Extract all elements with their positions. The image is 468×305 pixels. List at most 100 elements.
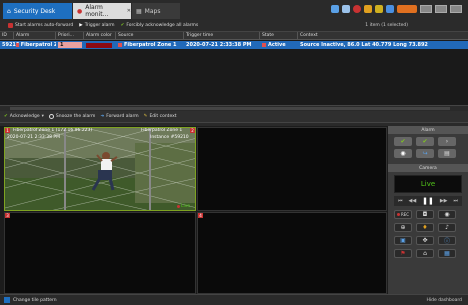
- tray-icon[interactable]: [375, 5, 383, 13]
- play-icon: ▶: [79, 23, 83, 28]
- cell-alarm: Fiberpatrol Zone 1: [14, 41, 56, 49]
- tray-alarm-icon[interactable]: [353, 5, 361, 13]
- map-button[interactable]: ▦: [438, 249, 456, 258]
- column-header[interactable]: State: [260, 32, 298, 39]
- lock-button[interactable]: ⌂: [416, 249, 434, 258]
- tab-label: Maps: [144, 7, 161, 15]
- tray-icon[interactable]: [331, 5, 339, 13]
- tile-number-badge: 3: [5, 213, 10, 218]
- info-button[interactable]: ⓘ: [438, 236, 456, 245]
- alarm-toolbar: Start alarms auto-forward ▶ Trigger alar…: [0, 20, 468, 32]
- alarm-trigger-button[interactable]: ⚑: [394, 249, 412, 258]
- forward-icon[interactable]: ⏭: [453, 198, 458, 204]
- audio-button[interactable]: ♪: [438, 223, 456, 232]
- video-tile-1[interactable]: 1 Fiberpatrol Zone 1 (172.16.96.223) 202…: [4, 127, 196, 211]
- tab-maps[interactable]: ▦ Maps: [132, 3, 180, 19]
- cell-source: Fiberpatrol Zone 1: [116, 41, 184, 49]
- tab-alarm-monitoring[interactable]: ● Alarm monit... ✕: [73, 3, 131, 19]
- minimize-button[interactable]: [420, 5, 432, 13]
- record-dot-icon: [396, 213, 400, 216]
- tab-security-desk[interactable]: ⌂ Security Desk: [3, 3, 72, 19]
- tile-number-badge: 4: [198, 213, 203, 218]
- snooze-button[interactable]: Snooze the alarm: [48, 114, 95, 119]
- dashboard-panel: Alarm ✔ ✔ › ◉ ↪ ▤ Camera Live ⏮ ◀◀ ❚❚ ▶▶…: [388, 126, 468, 294]
- column-header[interactable]: Priori...: [56, 32, 84, 39]
- column-header[interactable]: Alarm: [14, 32, 56, 39]
- video-tile-4[interactable]: 4: [197, 212, 387, 294]
- alarm-bell-icon: ●: [77, 7, 83, 15]
- tray-icon[interactable]: [386, 5, 394, 13]
- arrow-right-icon: ➜: [100, 114, 105, 119]
- zoom-icon: ⊕: [400, 224, 406, 231]
- tray-icon[interactable]: [342, 5, 350, 13]
- snooze-alarm-button[interactable]: ◉: [394, 149, 412, 158]
- camera-controls-row2: ⊕ ♦ ♪: [388, 221, 468, 234]
- step-back-icon[interactable]: ◀◀: [408, 198, 416, 204]
- report-button[interactable]: ▤: [438, 149, 456, 158]
- color-swatch: [86, 42, 112, 48]
- tile-pattern-icon[interactable]: [4, 297, 10, 303]
- chevron-down-icon[interactable]: ▾: [42, 114, 44, 119]
- checkmark-icon: ✔: [422, 138, 428, 145]
- visual-tracking-button[interactable]: ◉: [438, 210, 456, 219]
- export-button[interactable]: ▣: [394, 236, 412, 245]
- forward-alarm-icon-button[interactable]: ›: [438, 137, 456, 146]
- bookmark-icon: ♦: [422, 224, 428, 231]
- auto-forward-button[interactable]: Start alarms auto-forward: [8, 23, 73, 28]
- tab-label: Security Desk: [13, 7, 56, 15]
- tile-alarm-title: Fiberpatrol Zone 1: [141, 128, 183, 133]
- bookmark-button[interactable]: ♦: [416, 223, 434, 232]
- step-forward-icon[interactable]: ▶▶: [440, 198, 448, 204]
- column-header[interactable]: Context: [298, 32, 468, 39]
- acknowledge-button[interactable]: ✔ Acknowledge ▾: [4, 114, 44, 119]
- live-status-display: Live: [394, 175, 462, 193]
- column-header[interactable]: ID: [0, 32, 14, 39]
- share-icon: ↪: [422, 150, 428, 157]
- item-count-status: 1 item (1 selected): [365, 23, 408, 28]
- video-tile-2[interactable]: [197, 127, 387, 211]
- hide-dashboard-link[interactable]: Hide dashboard: [427, 298, 463, 303]
- alarm-table-header: ID Alarm Priori... Alarm color Source Tr…: [0, 32, 468, 40]
- zone-icon: [118, 43, 122, 47]
- record-button[interactable]: REC: [394, 210, 412, 219]
- tray-icon[interactable]: [397, 5, 417, 13]
- home-icon: ⌂: [7, 7, 11, 15]
- tray-icon[interactable]: [364, 5, 372, 13]
- forward-alarm-button[interactable]: ➜ Forward alarm: [100, 114, 138, 119]
- eye-icon: ◉: [400, 150, 406, 157]
- table-row[interactable]: 59210 Fiberpatrol Zone 1 1 Fiberpatrol Z…: [0, 41, 468, 49]
- eye-icon: ◉: [444, 211, 450, 218]
- alarm-controls: ✔ ✔ ›: [388, 134, 468, 149]
- forcibly-acknowledge-button[interactable]: ✔ Forcibly acknowledge all alarms: [121, 23, 199, 28]
- camera-section-header: Camera: [388, 164, 468, 172]
- info-icon: ⓘ: [443, 238, 450, 245]
- pause-icon[interactable]: ❚❚: [422, 197, 434, 205]
- trigger-alarm-button[interactable]: ▶ Trigger alarm: [79, 23, 114, 28]
- close-icon[interactable]: ✕: [127, 8, 131, 14]
- acknowledge-alt-button[interactable]: ✔: [416, 137, 434, 146]
- column-header[interactable]: Trigger time: [184, 32, 260, 39]
- zoom-button[interactable]: ⊕: [394, 223, 412, 232]
- speaker-icon: ♪: [445, 224, 449, 231]
- edit-context-button[interactable]: ✎ Edit context: [144, 114, 177, 119]
- close-window-button[interactable]: [450, 5, 462, 13]
- video-frame: [5, 128, 195, 210]
- alarm-icon: [16, 43, 19, 47]
- column-header[interactable]: Source: [116, 32, 184, 39]
- status-bar: Change tile pattern Hide dashboard: [0, 294, 468, 305]
- acknowledge-alarm-button[interactable]: ✔: [394, 137, 412, 146]
- scrollbar-thumb[interactable]: [10, 107, 450, 110]
- column-header[interactable]: Alarm color: [84, 32, 116, 39]
- tile-timestamp: 2020-07-21 2:33:38 PM: [7, 135, 60, 140]
- ptz-button[interactable]: ✥: [416, 236, 434, 245]
- alarm-section-header: Alarm: [388, 126, 468, 134]
- rewind-icon[interactable]: ⏮: [398, 198, 403, 204]
- snapshot-button[interactable]: ◘: [416, 210, 434, 219]
- cell-alarm-color: [84, 41, 116, 49]
- change-tile-pattern-link[interactable]: Change tile pattern: [13, 298, 57, 303]
- video-tile-3[interactable]: 3: [4, 212, 196, 294]
- maximize-button[interactable]: [435, 5, 447, 13]
- checkmark-icon: ✔: [120, 23, 125, 28]
- forward-button[interactable]: ↪: [416, 149, 434, 158]
- live-dot-icon: [177, 205, 180, 208]
